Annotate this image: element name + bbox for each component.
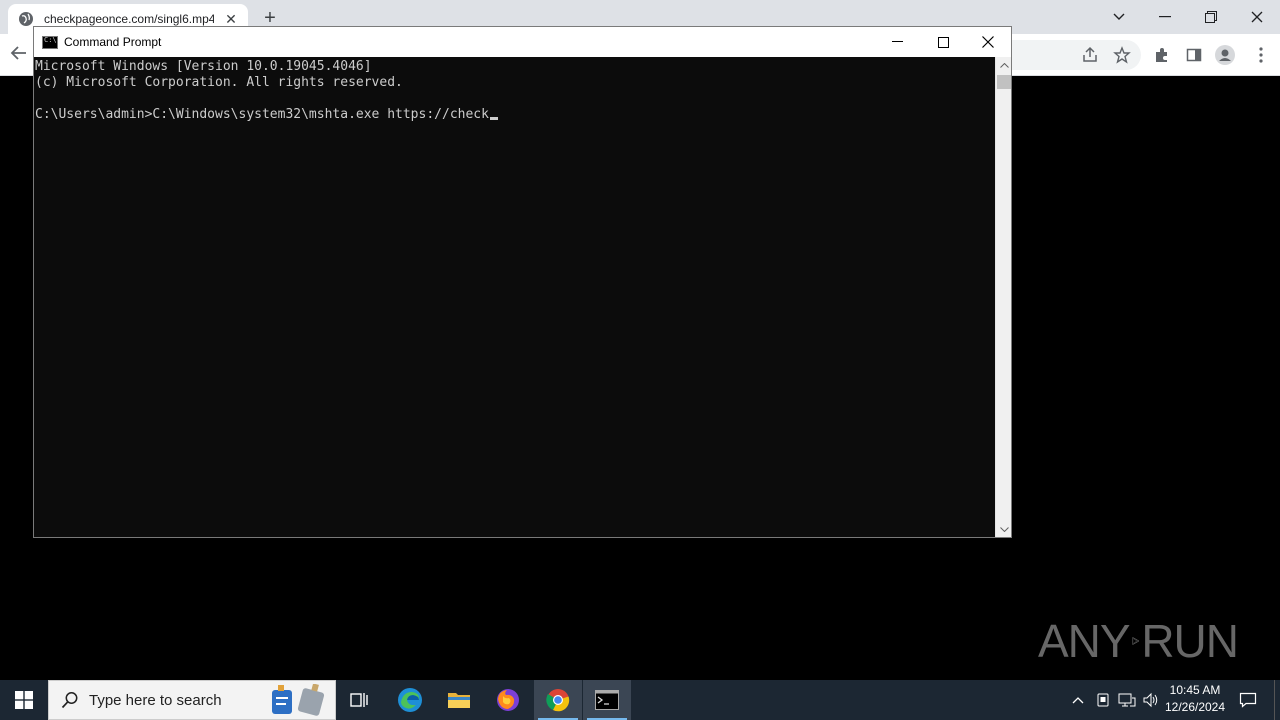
- show-desktop-button[interactable]: [1274, 680, 1280, 720]
- edge-icon: [398, 688, 422, 712]
- play-logo-icon: [1132, 636, 1140, 646]
- firefox-taskbar-button[interactable]: [484, 680, 532, 720]
- cmd-titlebar[interactable]: Command Prompt: [34, 27, 1011, 57]
- search-icon: [61, 692, 78, 709]
- task-view-button[interactable]: [336, 680, 384, 720]
- extensions-icon[interactable]: [1151, 44, 1173, 66]
- system-clock[interactable]: 10:45 AM 12/26/2024: [1160, 682, 1230, 718]
- profile-avatar-icon[interactable]: [1214, 44, 1236, 66]
- cmd-taskbar-button[interactable]: [583, 680, 631, 720]
- vertical-scrollbar[interactable]: [995, 57, 1011, 537]
- window-title: Command Prompt: [64, 35, 162, 49]
- tab-search-icon[interactable]: [1096, 0, 1142, 34]
- folder-icon: [448, 693, 470, 708]
- bookmark-star-icon[interactable]: [1111, 44, 1133, 66]
- terminal-icon: [42, 35, 58, 49]
- command-prompt-window[interactable]: Command Prompt Microsoft Windows [Versio…: [33, 26, 1012, 538]
- back-arrow-icon[interactable]: [10, 44, 32, 66]
- console-command-text: C:\Users\admin>C:\Windows\system32\mshta…: [35, 107, 489, 122]
- show-hidden-icons-chevron-icon[interactable]: [1066, 680, 1090, 720]
- text-cursor: [489, 117, 498, 120]
- chrome-icon: [546, 689, 570, 712]
- search-highlight-dreidel-icon: [272, 684, 325, 716]
- console-line: (c) Microsoft Corporation. All rights re…: [35, 75, 403, 90]
- scroll-thumb[interactable]: [997, 75, 1011, 89]
- maximize-button[interactable]: [920, 27, 966, 57]
- more-menu-icon[interactable]: [1250, 44, 1272, 66]
- network-icon[interactable]: [1115, 680, 1139, 720]
- browser-restore-button[interactable]: [1188, 0, 1234, 34]
- start-button[interactable]: [0, 680, 48, 720]
- terminal-taskbar-icon: [595, 690, 619, 710]
- windows-logo-icon: [15, 691, 33, 709]
- scroll-up-arrow-icon[interactable]: [996, 57, 1012, 73]
- globe-icon: [19, 12, 33, 26]
- watermark-text-left: ANY: [1038, 615, 1131, 667]
- notification-center-button[interactable]: [1234, 680, 1262, 720]
- edge-taskbar-button[interactable]: [386, 680, 434, 720]
- minimize-button[interactable]: [874, 27, 920, 57]
- device-tray-icon[interactable]: [1091, 680, 1115, 720]
- console-input-line[interactable]: C:\Users\admin>C:\Windows\system32\mshta…: [35, 107, 994, 123]
- chrome-taskbar-button[interactable]: [534, 680, 582, 720]
- task-view-icon: [350, 693, 368, 707]
- clock-time: 10:45 AM: [1169, 683, 1221, 697]
- clock-date: 12/26/2024: [1164, 700, 1226, 714]
- share-icon[interactable]: [1079, 44, 1101, 66]
- side-panel-icon[interactable]: [1183, 44, 1205, 66]
- close-button[interactable]: [965, 27, 1011, 57]
- firefox-icon: [497, 689, 519, 711]
- notification-icon: [1239, 692, 1257, 708]
- tab-close-icon[interactable]: ✕: [224, 11, 238, 28]
- scroll-down-arrow-icon[interactable]: [996, 521, 1012, 537]
- console-line: Microsoft Windows [Version 10.0.19045.40…: [35, 59, 372, 74]
- watermark-text-right: RUN: [1141, 615, 1239, 667]
- anyrun-watermark: ANY RUN: [1038, 606, 1239, 676]
- browser-close-button[interactable]: [1234, 0, 1280, 34]
- browser-minimize-button[interactable]: [1142, 0, 1188, 34]
- search-placeholder: Type here to search: [89, 691, 222, 709]
- browser-tab-title: checkpageonce.com/singl6.mp4: [44, 12, 214, 26]
- console-output[interactable]: Microsoft Windows [Version 10.0.19045.40…: [34, 57, 995, 537]
- file-explorer-taskbar-button[interactable]: [435, 680, 483, 720]
